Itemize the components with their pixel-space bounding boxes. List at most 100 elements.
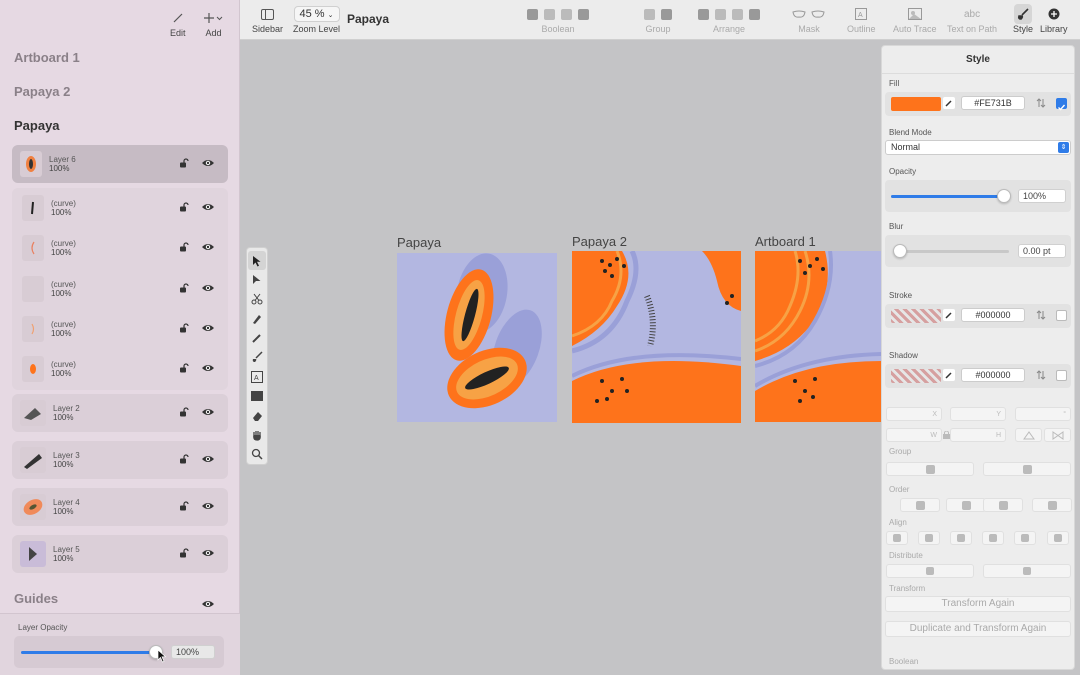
unlock-icon[interactable] <box>179 323 189 333</box>
text-on-path-tool[interactable]: abc Text on Path <box>947 4 997 35</box>
eye-icon[interactable] <box>201 282 215 294</box>
unlock-icon[interactable] <box>179 363 189 373</box>
unlock-icon[interactable] <box>179 283 189 293</box>
blur-slider[interactable] <box>899 250 1009 253</box>
unlock-icon[interactable] <box>179 407 189 417</box>
eye-icon[interactable] <box>201 500 215 512</box>
artboard-item-papaya[interactable]: Papaya <box>14 118 60 133</box>
artboard-papaya-2[interactable] <box>572 251 741 423</box>
hand-tool[interactable] <box>248 425 266 444</box>
auto-trace-tool[interactable]: Auto Trace <box>893 4 937 34</box>
distribute-vertical-button[interactable] <box>983 564 1071 578</box>
opacity-slider[interactable] <box>891 195 1009 198</box>
edit-button[interactable]: Edit <box>170 8 186 38</box>
group-button[interactable] <box>886 462 974 476</box>
send-to-back-button[interactable] <box>1032 498 1072 512</box>
layer-row[interactable]: (curve) 100% <box>12 350 228 388</box>
layer-row[interactable]: (curve) 100% <box>12 229 228 267</box>
rectangle-tool[interactable] <box>248 387 266 406</box>
align-middle-button[interactable] <box>1014 531 1036 545</box>
eraser-tool[interactable] <box>248 406 266 425</box>
pen-tool[interactable] <box>248 309 266 328</box>
layer-opacity-slider[interactable] <box>21 651 161 654</box>
blend-mode-select[interactable]: Normal ⇕ <box>885 140 1071 155</box>
layer-row[interactable]: Layer 2 100% <box>12 394 228 432</box>
eye-icon[interactable] <box>201 362 215 374</box>
eye-icon[interactable] <box>201 157 215 169</box>
brush-tool[interactable] <box>248 348 266 367</box>
eye-icon[interactable] <box>201 547 215 559</box>
scissors-tool[interactable] <box>248 290 266 309</box>
fill-enabled-checkbox[interactable] <box>1056 98 1067 111</box>
artboard-item-papaya-2[interactable]: Papaya 2 <box>14 84 70 99</box>
stroke-color-swatch[interactable] <box>891 309 941 323</box>
unlock-icon[interactable] <box>179 158 189 168</box>
eyedropper-icon[interactable] <box>943 369 955 381</box>
artboard-item-artboard-1[interactable]: Artboard 1 <box>14 50 80 65</box>
y-field[interactable]: Y <box>950 407 1006 421</box>
transform-again-button[interactable]: Transform Again <box>885 596 1071 612</box>
fill-hex-field[interactable]: #FE731B <box>961 96 1025 110</box>
artboard-papaya[interactable] <box>397 253 557 422</box>
unlock-icon[interactable] <box>179 454 189 464</box>
blur-slider-knob[interactable] <box>893 244 907 258</box>
shadow-hex-field[interactable]: #000000 <box>961 368 1025 382</box>
align-center-button[interactable] <box>918 531 940 545</box>
shadow-color-swatch[interactable] <box>891 369 941 383</box>
eye-icon[interactable] <box>201 241 215 253</box>
x-field[interactable]: X <box>886 407 942 421</box>
mask-tool[interactable]: Mask <box>792 4 826 34</box>
eye-icon[interactable] <box>201 453 215 465</box>
boolean-group[interactable]: Boolean <box>527 4 589 34</box>
guides-eye-icon[interactable] <box>201 598 215 610</box>
pencil-tool[interactable] <box>248 328 266 347</box>
layer-row[interactable]: Layer 3 100% <box>12 441 228 479</box>
text-tool[interactable]: A <box>248 367 266 386</box>
layer-row[interactable]: (curve) 100% <box>12 189 228 227</box>
stroke-enabled-checkbox[interactable] <box>1056 310 1067 321</box>
sidebar-toggle-button[interactable]: Sidebar <box>252 4 283 34</box>
direct-select-tool[interactable] <box>248 270 266 289</box>
width-field[interactable]: W <box>886 428 942 442</box>
zoom-value[interactable]: 45 % ⌄ <box>293 6 340 22</box>
layer-row[interactable]: Layer 6 100% <box>12 145 228 183</box>
blur-field[interactable]: 0.00 pt <box>1018 244 1066 258</box>
align-top-button[interactable] <box>982 531 1004 545</box>
bring-to-front-button[interactable] <box>900 498 940 512</box>
ungroup-button[interactable] <box>983 462 1071 476</box>
send-backward-button[interactable] <box>983 498 1023 512</box>
height-field[interactable]: H <box>950 428 1006 442</box>
flip-horizontal-button[interactable] <box>1044 428 1071 442</box>
library-button[interactable]: Library <box>1040 4 1068 34</box>
unlock-icon[interactable] <box>179 501 189 511</box>
opacity-slider-knob[interactable] <box>997 189 1011 203</box>
add-button[interactable]: Add <box>203 8 224 38</box>
flip-vertical-button[interactable] <box>1015 428 1042 442</box>
unlock-icon[interactable] <box>179 548 189 558</box>
distribute-horizontal-button[interactable] <box>886 564 974 578</box>
layer-opacity-field[interactable]: 100% <box>171 645 215 659</box>
rotation-field[interactable]: ° <box>1015 407 1071 421</box>
unlock-icon[interactable] <box>179 202 189 212</box>
arrange-tool[interactable]: Arrange <box>698 4 760 34</box>
shadow-enabled-checkbox[interactable] <box>1056 370 1067 381</box>
zoom-level-control[interactable]: 45 % ⌄ Zoom Level <box>293 4 340 34</box>
eye-icon[interactable] <box>201 406 215 418</box>
fill-color-swatch[interactable] <box>891 97 941 111</box>
align-bottom-button[interactable] <box>1047 531 1069 545</box>
select-tool[interactable] <box>248 251 266 271</box>
style-tab-button[interactable]: Style <box>1013 4 1033 34</box>
duplicate-transform-button[interactable]: Duplicate and Transform Again <box>885 621 1071 637</box>
eye-icon[interactable] <box>201 201 215 213</box>
eyedropper-icon[interactable] <box>943 309 955 321</box>
eye-icon[interactable] <box>201 322 215 334</box>
zoom-tool[interactable] <box>248 445 266 464</box>
eyedropper-icon[interactable] <box>943 97 955 109</box>
layer-row[interactable]: Layer 5 100% <box>12 535 228 573</box>
layer-row[interactable]: Layer 4 100% <box>12 488 228 526</box>
swap-icon[interactable] <box>1036 310 1046 320</box>
stroke-hex-field[interactable]: #000000 <box>961 308 1025 322</box>
align-right-button[interactable] <box>950 531 972 545</box>
swap-icon[interactable] <box>1036 370 1046 380</box>
opacity-field[interactable]: 100% <box>1018 189 1066 203</box>
